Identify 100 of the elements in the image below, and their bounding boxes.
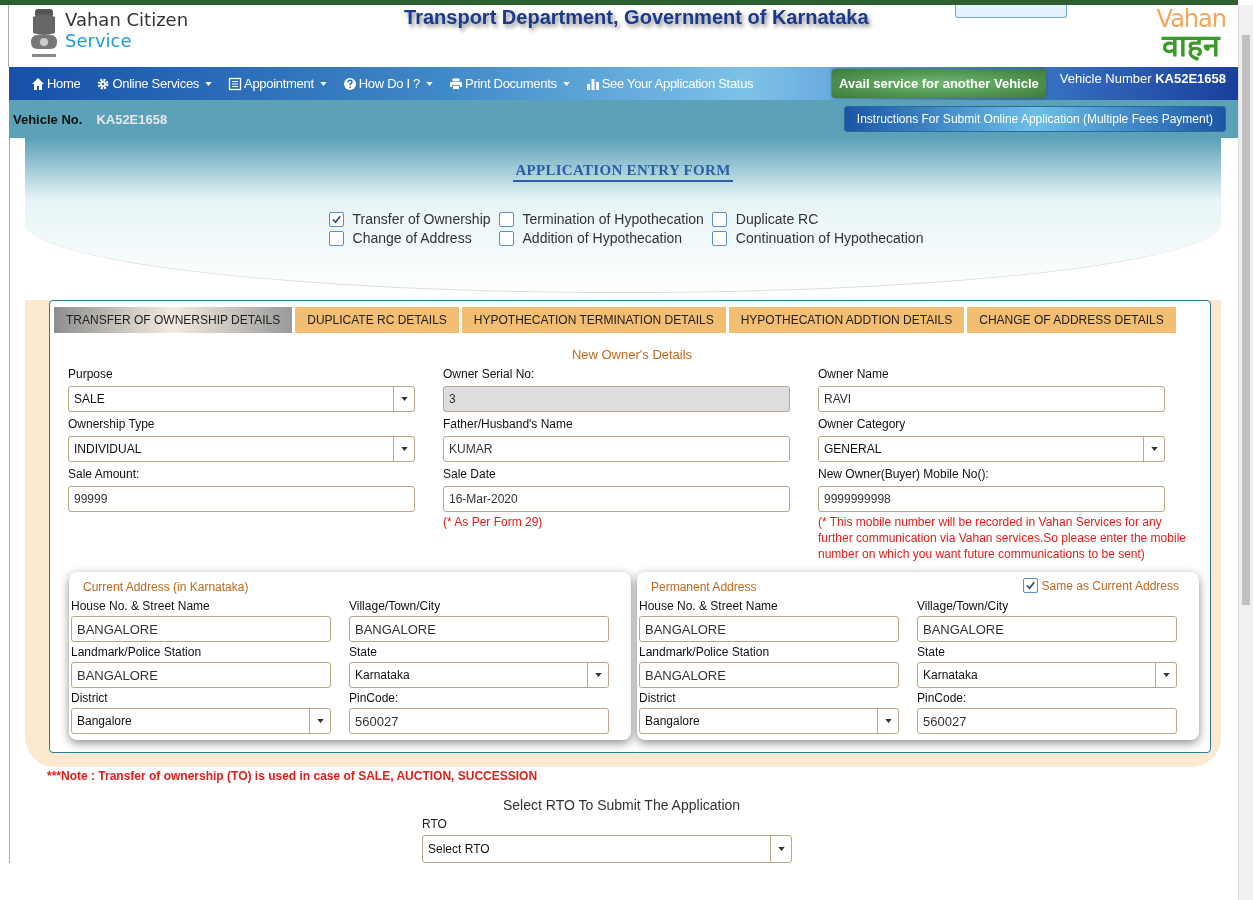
checkbox-label: Addition of Hypothecation — [522, 230, 683, 246]
select-field[interactable]: SALE — [68, 386, 415, 412]
field-label: House No. & Street Name — [71, 599, 211, 613]
field-label: New Owner(Buyer) Mobile No(): — [818, 467, 990, 481]
field-label: Landmark/Police Station — [639, 645, 771, 659]
form-title: APPLICATION ENTRY FORM — [513, 162, 733, 182]
dropdown-field[interactable] — [954, 5, 1067, 18]
input-field[interactable]: 560027 — [349, 708, 609, 734]
select-field[interactable]: Karnataka — [917, 662, 1177, 688]
input-field[interactable]: BANGALORE — [71, 662, 331, 688]
printer-icon — [449, 76, 464, 91]
checkbox[interactable] — [328, 230, 344, 246]
field-label: District — [639, 691, 677, 705]
field-label: State — [917, 645, 947, 659]
field-label: Sale Date — [443, 467, 497, 481]
select-field[interactable]: INDIVIDUAL — [68, 436, 415, 462]
input-field[interactable]: KUMAR — [443, 436, 790, 462]
input-field[interactable]: RAVI — [818, 386, 1165, 412]
tab[interactable]: TRANSFER OF OWNERSHIP DETAILS — [54, 307, 293, 333]
field-label: State — [349, 645, 379, 659]
field-label: Owner Name — [818, 367, 890, 381]
select-field[interactable]: GENERAL — [818, 436, 1165, 462]
field-label: Village/Town/City — [917, 599, 1010, 613]
field-label: PinCode: — [349, 691, 400, 705]
select-field[interactable]: Select RTO — [422, 835, 792, 863]
caret-icon — [1162, 673, 1170, 677]
input-field[interactable]: BANGALORE — [639, 662, 899, 688]
card-title: Current Address (in Karnataka) — [83, 580, 249, 594]
checkbox-label: Same as Current Address — [1041, 578, 1179, 593]
input-field[interactable]: BANGALORE — [917, 616, 1177, 642]
field-note: (* As Per Form 29) — [443, 514, 544, 530]
tab[interactable]: HYPOTHECATION TERMINATION DETAILS — [461, 307, 726, 333]
checkbox-label: Change of Address — [352, 230, 472, 246]
checkbox[interactable] — [328, 211, 344, 227]
input-field[interactable]: 99999 — [68, 486, 415, 512]
caret-icon — [594, 673, 602, 677]
list-icon — [228, 76, 243, 91]
select-field[interactable]: Karnataka — [349, 662, 609, 688]
gear-icon — [96, 76, 111, 91]
caret-icon — [1150, 447, 1158, 451]
scrollbar[interactable] — [1238, 5, 1253, 900]
input-field[interactable]: 9999999998 — [818, 486, 1165, 512]
brand-subtitle: Service — [65, 30, 133, 51]
card-title: Permanent Address — [651, 580, 757, 594]
checkbox[interactable] — [711, 230, 727, 246]
nav-menu-item[interactable]: How Do I ? — [342, 76, 434, 91]
field-label: Village/Town/City — [349, 599, 442, 613]
nav-menu-item[interactable]: Print Documents — [449, 76, 570, 91]
select-field[interactable]: Bangalore — [71, 708, 331, 734]
home-icon — [31, 76, 45, 91]
note-text: ***Note : Transfer of ownership (TO) is used in case of SALE, AUCTION, SUCCESSION — [47, 769, 539, 783]
input-field[interactable]: BANGALORE — [349, 616, 609, 642]
tab[interactable]: DUPLICATE RC DETAILS — [295, 307, 459, 333]
field-label: Ownership Type — [68, 417, 156, 431]
input-field[interactable]: 16-Mar-2020 — [443, 486, 790, 512]
vehicle-label: Vehicle No. — [13, 111, 83, 127]
field-note: (* This mobile number will be recorded in Vahan Services for any further communication via Vahan services.So please enter the mobile number on which you want future communications to be sent) — [818, 514, 1187, 562]
logo-script-text: वाहन — [1162, 31, 1221, 61]
field-label: Owner Serial No: — [443, 367, 536, 381]
brand-name: Vahan Citizen — [65, 9, 189, 30]
help-icon — [342, 76, 357, 91]
page-title: Transport Department, Government of Karnataka — [403, 6, 870, 29]
checkbox-label: Continuation of Hypothecation — [735, 230, 924, 246]
field-label: RTO — [422, 817, 447, 831]
input-field: 3 — [443, 386, 790, 412]
checkbox[interactable] — [498, 211, 514, 227]
nav-menu-item[interactable]: Home — [31, 76, 81, 91]
input-field[interactable]: BANGALORE — [71, 616, 331, 642]
checkbox[interactable] — [498, 230, 514, 246]
nav-menu-item[interactable]: Appointment — [228, 76, 327, 91]
vehicle-number-text: Vehicle Number KA52E1658 — [1059, 71, 1226, 86]
input-field[interactable]: 560027 — [917, 708, 1177, 734]
field-label: PinCode: — [917, 691, 968, 705]
tab[interactable]: HYPOTHECATION ADDTION DETAILS — [728, 307, 965, 333]
section-heading: Select RTO To Submit The Application — [503, 797, 741, 813]
select-field[interactable]: Bangalore — [639, 708, 899, 734]
nav-menu-item[interactable]: Online Services — [96, 76, 213, 91]
input-field[interactable]: BANGALORE — [639, 616, 899, 642]
field-label: House No. & Street Name — [639, 599, 779, 613]
caret-icon — [400, 447, 408, 451]
section-heading: New Owner's Details — [570, 347, 694, 362]
tab[interactable]: CHANGE OF ADDRESS DETAILS — [967, 307, 1176, 333]
field-label: District — [71, 691, 109, 705]
field-label: Landmark/Police Station — [71, 645, 203, 659]
checkbox[interactable] — [711, 211, 727, 227]
bar-chart-icon — [585, 76, 600, 91]
caret-icon — [400, 397, 408, 401]
caret-icon — [884, 719, 892, 723]
checkbox-label: Termination of Hypothecation — [522, 211, 704, 227]
logo-text: Vahan — [1156, 7, 1226, 31]
checkbox-label: Duplicate RC — [735, 211, 819, 227]
field-label: Owner Category — [818, 417, 907, 431]
field-label: Purpose — [68, 367, 114, 381]
vehicle-value: KA52E1658 — [96, 111, 168, 127]
caret-icon — [777, 847, 785, 851]
caret-icon — [316, 719, 324, 723]
checkbox-label: Transfer of Ownership — [352, 211, 491, 227]
field-label: Father/Husband's Name — [443, 417, 574, 431]
checkbox[interactable] — [1022, 578, 1038, 593]
field-label: Sale Amount: — [68, 467, 141, 481]
